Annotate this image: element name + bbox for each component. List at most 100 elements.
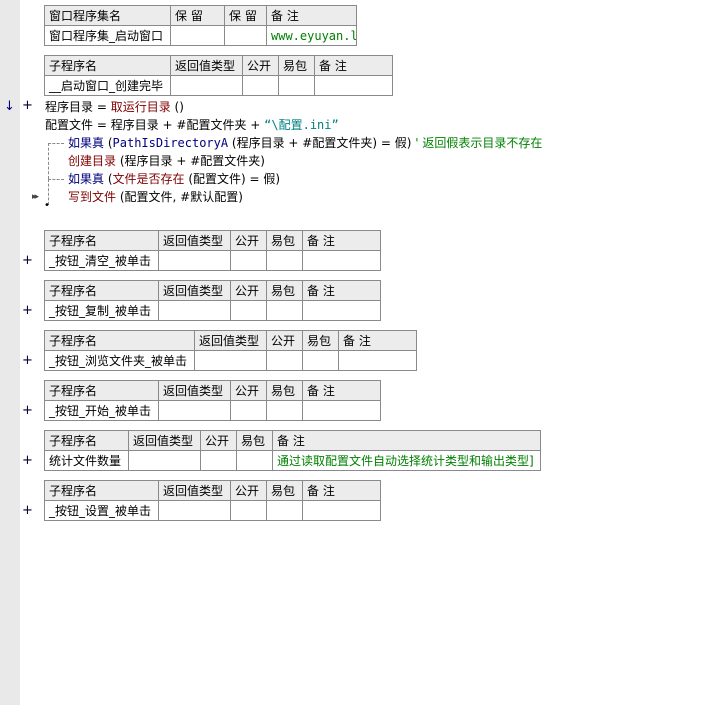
sub-table-1: 子程序名 返回值类型 公开 易包 备 注 _按钮_复制_被单击 xyxy=(44,280,381,321)
expand-plus-icon[interactable]: + xyxy=(22,454,33,468)
sub-note-cell[interactable]: 通过读取配置文件自动选择统计类型和输出类型] xyxy=(272,450,541,471)
expand-plus-icon[interactable]: + xyxy=(22,504,33,518)
col-sub-name: 子程序名 xyxy=(44,230,159,251)
current-line-arrow-icon: ↓ xyxy=(4,99,15,114)
keyword-if-true: 如果真 xyxy=(68,136,105,150)
col-sub-note: 备 注 xyxy=(272,430,541,451)
sub-table-2: 子程序名 返回值类型 公开 易包 备 注 _按钮_浏览文件夹_被单击 xyxy=(44,330,417,371)
public-cell[interactable] xyxy=(200,450,237,471)
public-cell[interactable] xyxy=(230,500,267,521)
epackage-cell[interactable] xyxy=(266,500,303,521)
col-sub-note: 备 注 xyxy=(302,230,381,251)
flow-end-dot-icon: • xyxy=(44,200,50,211)
col-sub-name: 子程序名 xyxy=(44,280,159,301)
col-sub-note: 备 注 xyxy=(338,330,417,351)
expand-plus-icon[interactable]: + xyxy=(22,99,33,113)
reserved-cell-2[interactable] xyxy=(224,25,267,46)
col-return-type: 返回值类型 xyxy=(170,55,243,76)
keyword-if-true-2: 如果真 xyxy=(68,172,105,186)
var-config-file: 配置文件 xyxy=(45,118,94,132)
sub-name-cell[interactable]: 统计文件数量 xyxy=(44,450,129,471)
col-public: 公开 xyxy=(230,230,267,251)
col-epackage: 易包 xyxy=(236,430,273,451)
return-type-cell[interactable] xyxy=(158,300,231,321)
epackage-cell[interactable] xyxy=(266,300,303,321)
sub-note-cell[interactable] xyxy=(302,300,381,321)
return-type-cell[interactable] xyxy=(158,250,231,271)
return-type-cell[interactable] xyxy=(194,350,267,371)
col-sub-note: 备 注 xyxy=(302,380,381,401)
literal-false: 假 xyxy=(394,136,407,150)
sub-note-cell[interactable] xyxy=(338,350,417,371)
col-sub-note: 备 注 xyxy=(314,55,393,76)
epackage-cell[interactable] xyxy=(236,450,273,471)
expand-plus-icon[interactable]: + xyxy=(22,354,33,368)
code-line-5[interactable]: 如果真 (文件是否存在 (配置文件) = 假) xyxy=(68,171,280,187)
return-type-cell[interactable] xyxy=(128,450,201,471)
sub-note-cell[interactable] xyxy=(302,400,381,421)
col-sub-name: 子程序名 xyxy=(44,480,159,501)
epackage-cell[interactable] xyxy=(302,350,339,371)
sub-name-cell[interactable]: __启动窗口_创建完毕 xyxy=(44,75,171,96)
expand-plus-icon[interactable]: + xyxy=(22,404,33,418)
col-note: 备 注 xyxy=(266,5,357,26)
flow-guide-mid xyxy=(48,179,64,180)
sub-note-cell[interactable] xyxy=(302,250,381,271)
fast-forward-icon: ▸▸ xyxy=(32,192,39,202)
col-public: 公开 xyxy=(230,280,267,301)
col-sub-name: 子程序名 xyxy=(44,380,159,401)
col-assembly-name: 窗口程序集名 xyxy=(44,5,171,26)
col-sub-note: 备 注 xyxy=(302,480,381,501)
comment-dir-missing: ' 返回假表示目录不存在 xyxy=(411,136,543,150)
col-reserved-2: 保 留 xyxy=(224,5,267,26)
col-reserved-1: 保 留 xyxy=(170,5,225,26)
sub-name-cell[interactable]: _按钮_清空_被单击 xyxy=(44,250,159,271)
col-return-type: 返回值类型 xyxy=(158,230,231,251)
expand-plus-icon[interactable]: + xyxy=(22,254,33,268)
epackage-cell[interactable] xyxy=(278,75,315,96)
epackage-cell[interactable] xyxy=(266,400,303,421)
epackage-cell[interactable] xyxy=(266,250,303,271)
sub-name-cell[interactable]: _按钮_复制_被单击 xyxy=(44,300,159,321)
sub-name-cell[interactable]: _按钮_开始_被单击 xyxy=(44,400,159,421)
col-epackage: 易包 xyxy=(302,330,339,351)
sub-table-5: 子程序名 返回值类型 公开 易包 备 注 _按钮_设置_被单击 xyxy=(44,480,381,521)
return-type-cell[interactable] xyxy=(158,400,231,421)
sub-name-cell[interactable]: _按钮_浏览文件夹_被单击 xyxy=(44,350,195,371)
code-line-6[interactable]: 写到文件 (配置文件, #默认配置) xyxy=(68,189,243,205)
sub-note-cell[interactable] xyxy=(314,75,393,96)
col-sub-name: 子程序名 xyxy=(44,430,129,451)
return-type-cell[interactable] xyxy=(170,75,243,96)
public-cell[interactable] xyxy=(230,300,267,321)
sub-note-cell[interactable] xyxy=(302,500,381,521)
reserved-cell-1[interactable] xyxy=(170,25,225,46)
assembly-name-cell[interactable]: 窗口程序集_启动窗口 xyxy=(44,25,171,46)
sub-name-cell[interactable]: _按钮_设置_被单击 xyxy=(44,500,159,521)
string-config-ini: “\配置.ini” xyxy=(264,118,339,132)
call-path-is-directory: PathIsDirectoryA xyxy=(112,136,229,150)
col-return-type: 返回值类型 xyxy=(158,380,231,401)
public-cell[interactable] xyxy=(266,350,303,371)
code-line-3[interactable]: 如果真 (PathIsDirectoryA (程序目录 + #配置文件夹) = … xyxy=(68,135,542,151)
return-type-cell[interactable] xyxy=(158,500,231,521)
flow-guide-top xyxy=(48,143,64,144)
call-get-run-dir: 取运行目录 xyxy=(110,100,171,114)
public-cell[interactable] xyxy=(230,250,267,271)
sub-table-3: 子程序名 返回值类型 公开 易包 备 注 _按钮_开始_被单击 xyxy=(44,380,381,421)
col-public: 公开 xyxy=(230,480,267,501)
assembly-note-cell[interactable]: www.eyuyan.la xyxy=(266,25,357,46)
expand-plus-icon[interactable]: + xyxy=(22,304,33,318)
col-return-type: 返回值类型 xyxy=(158,480,231,501)
col-sub-note: 备 注 xyxy=(302,280,381,301)
sub-table-4: 子程序名 返回值类型 公开 易包 备 注 统计文件数量 通过读取配置文件自动选择… xyxy=(44,430,541,471)
public-cell[interactable] xyxy=(242,75,279,96)
code-line-2[interactable]: 配置文件 = 程序目录 + #配置文件夹 + “\配置.ini” xyxy=(45,117,339,133)
col-return-type: 返回值类型 xyxy=(194,330,267,351)
col-sub-name: 子程序名 xyxy=(44,330,195,351)
col-epackage: 易包 xyxy=(278,55,315,76)
public-cell[interactable] xyxy=(230,400,267,421)
code-line-1[interactable]: 程序目录 = 取运行目录 () xyxy=(45,99,184,115)
sub-table-0: 子程序名 返回值类型 公开 易包 备 注 _按钮_清空_被单击 xyxy=(44,230,381,271)
call-write-file: 写到文件 xyxy=(68,190,117,204)
code-line-4[interactable]: 创建目录 (程序目录 + #配置文件夹) xyxy=(68,153,265,169)
